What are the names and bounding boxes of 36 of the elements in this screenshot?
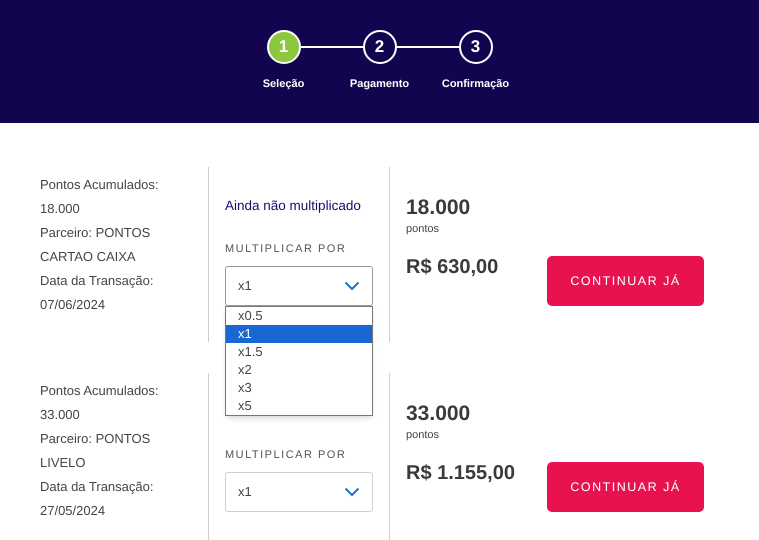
dropdown-option[interactable]: x2 (226, 360, 372, 378)
detail-text: CARTAO CAIXA (40, 248, 136, 266)
detail-text: Parceiro: PONTOS (40, 224, 150, 242)
dropdown-option[interactable]: x5 (226, 396, 372, 414)
chevron-down-icon (344, 486, 360, 496)
detail-text: LIVELO (40, 454, 86, 472)
points-value: 18.000 (406, 195, 470, 221)
multiplier-select[interactable]: x1 (225, 266, 373, 306)
multiplier-label: MULTIPLICAR POR (225, 242, 346, 257)
dropdown-option[interactable]: x0.5 (226, 306, 372, 324)
detail-text: 33.000 (40, 406, 80, 424)
continue-button[interactable]: CONTINUAR JÁ (547, 462, 704, 512)
detail-text: Data da Transação: (40, 272, 154, 290)
points-value: 33.000 (406, 401, 470, 427)
price-value: R$ 1.155,00 (406, 460, 515, 486)
detail-text: Pontos Acumulados: (40, 382, 159, 400)
points-unit: pontos (406, 428, 440, 443)
step-label: Confirmação (442, 77, 510, 92)
points-unit: pontos (406, 222, 440, 237)
detail-text: Parceiro: PONTOS (40, 430, 150, 448)
step-label: Pagamento (350, 77, 410, 92)
step-label: Seleção (262, 77, 304, 92)
continue-button[interactable]: CONTINUAR JÁ (547, 256, 704, 306)
status-text: Ainda não multiplicado (225, 196, 361, 215)
detail-text: 18.000 (40, 200, 80, 218)
detail-text: 27/05/2024 (40, 502, 106, 520)
chevron-down-icon (344, 280, 360, 290)
detail-text: Data da Transação: (40, 478, 154, 496)
detail-text: Pontos Acumulados: (40, 176, 159, 194)
multiplier-label: MULTIPLICAR POR (225, 448, 346, 463)
detail-text: 07/06/2024 (40, 296, 106, 314)
dropdown-option[interactable]: x1.5 (226, 342, 372, 360)
price-value: R$ 630,00 (406, 254, 498, 280)
dropdown-option[interactable]: x1 (226, 324, 372, 342)
multiplier-select[interactable]: x1 (225, 472, 373, 512)
dropdown-option[interactable]: x3 (226, 378, 372, 396)
